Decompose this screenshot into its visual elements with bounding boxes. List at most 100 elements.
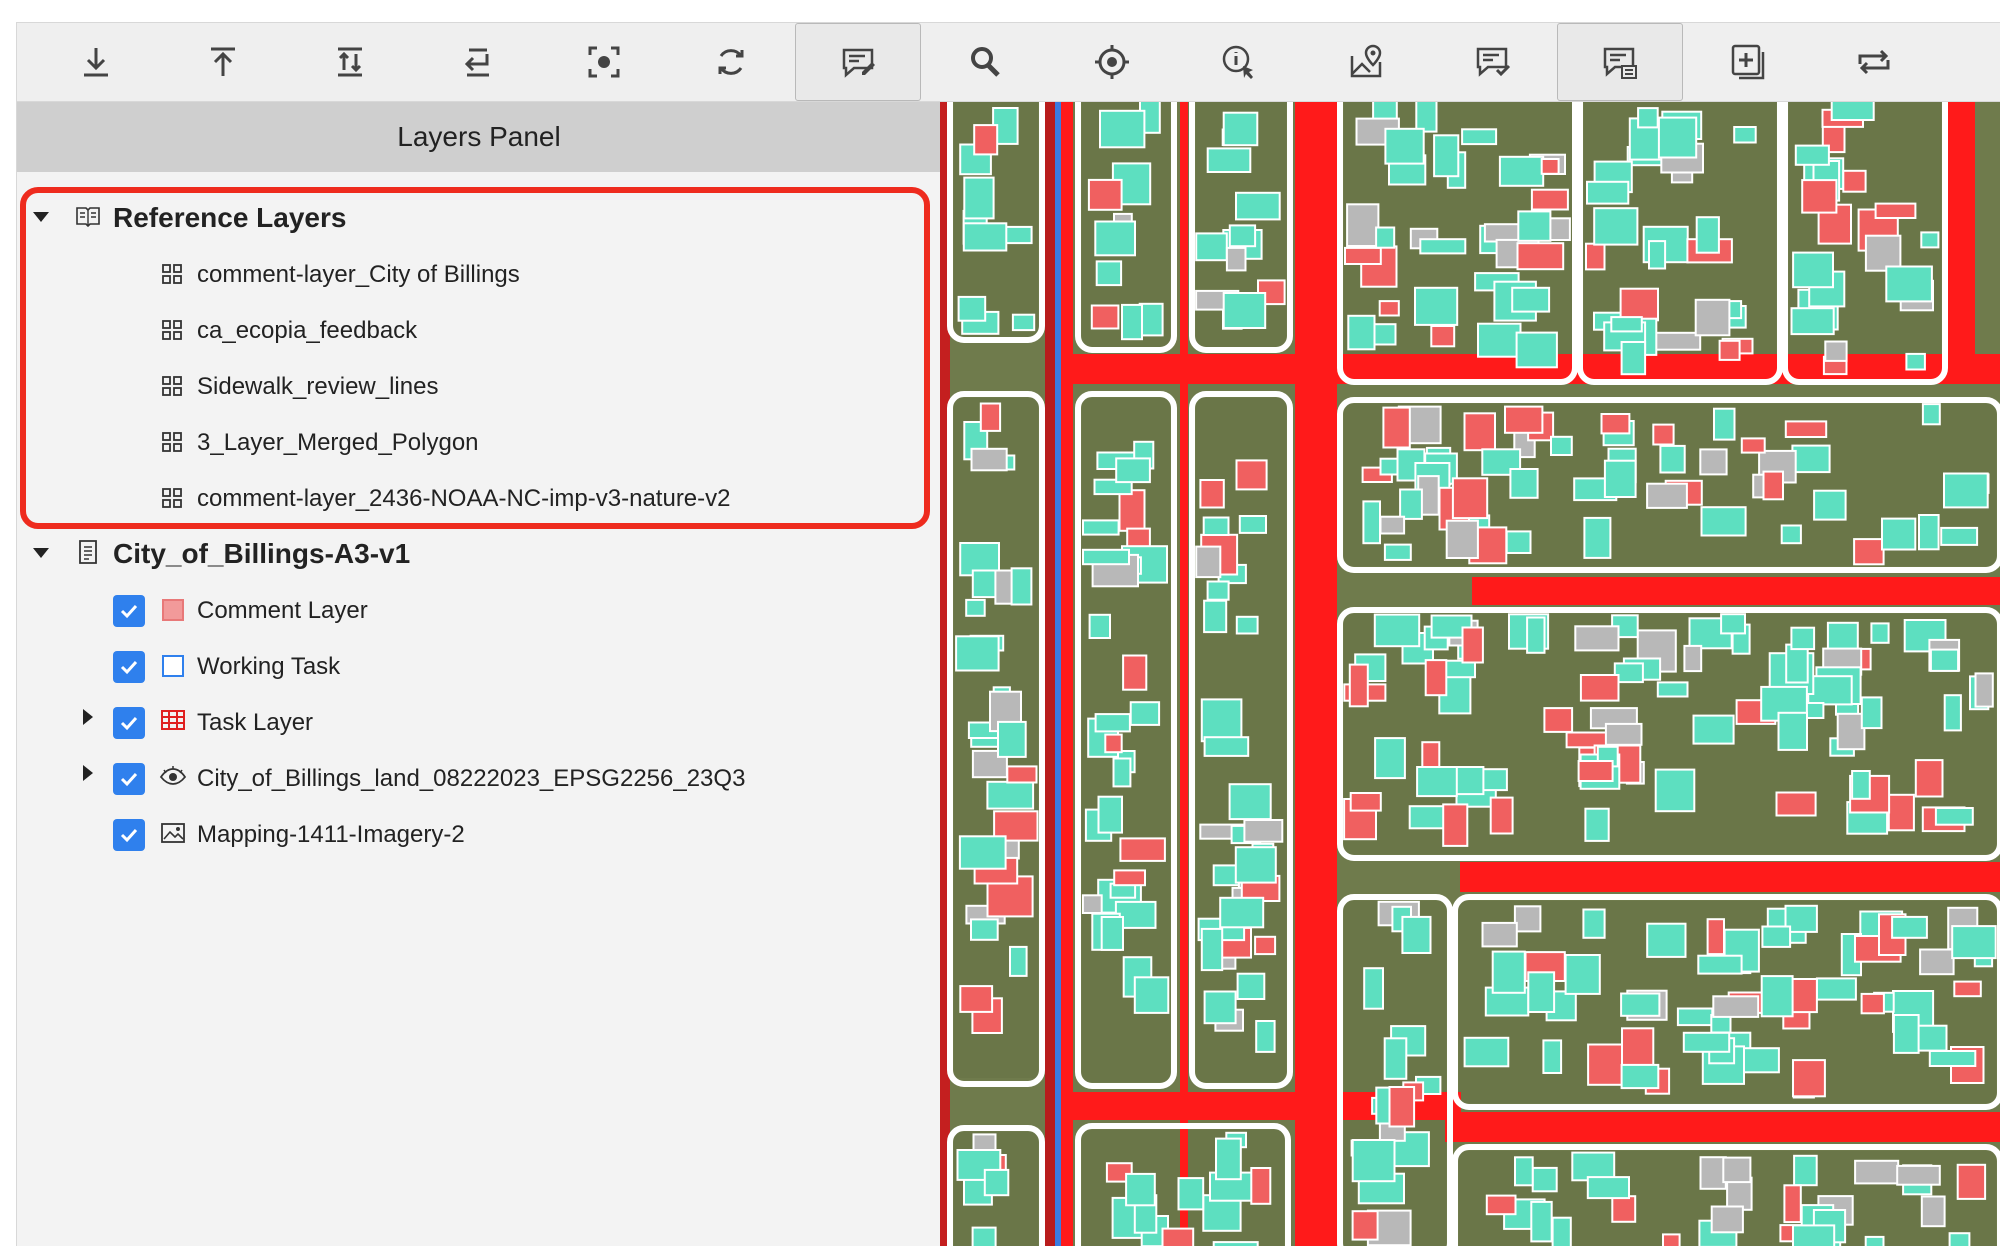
building-footprint <box>1619 287 1659 322</box>
building-footprint <box>1416 766 1458 798</box>
project-group-caret-icon[interactable] <box>33 548 49 558</box>
layer-visibility-checkbox[interactable] <box>113 819 145 851</box>
building-footprint <box>1254 935 1277 956</box>
expand-caret-icon[interactable] <box>83 709 93 725</box>
building-footprint <box>1586 180 1630 205</box>
check-icon <box>120 660 138 675</box>
building-footprint <box>1119 837 1166 862</box>
upload-button[interactable] <box>160 23 286 101</box>
building-footprint <box>1195 232 1228 262</box>
building-footprint <box>1481 921 1518 948</box>
panel-title: Layers Panel <box>17 102 941 172</box>
project-group-title[interactable]: City_of_Billings-A3-v1 <box>113 538 410 570</box>
building-footprint <box>1082 548 1130 566</box>
comment-check-button[interactable] <box>1430 23 1556 101</box>
building-footprint <box>1516 242 1565 271</box>
building-footprint <box>1550 435 1573 456</box>
building-footprint <box>1243 819 1284 843</box>
building-footprint <box>1203 736 1250 757</box>
building-footprint <box>1115 457 1151 484</box>
layer-visibility-checkbox[interactable] <box>113 595 145 627</box>
building-footprint <box>1853 538 1885 566</box>
sort-button[interactable] <box>287 23 413 101</box>
layer-visibility-checkbox[interactable] <box>113 707 145 739</box>
building-footprint <box>986 780 1035 810</box>
search-button[interactable] <box>922 23 1048 101</box>
building-footprint <box>970 447 1008 472</box>
comment-edit-button[interactable] <box>795 23 921 101</box>
building-footprint <box>1082 519 1120 536</box>
building-footprint <box>1375 226 1396 249</box>
building-footprint <box>1582 908 1606 939</box>
building-footprint <box>1700 506 1747 537</box>
layer-label[interactable]: Task Layer <box>197 709 313 737</box>
building-footprint <box>1236 972 1266 1001</box>
layer-label[interactable]: Comment Layer <box>197 597 368 625</box>
building-footprint <box>1362 500 1381 545</box>
building-footprint <box>1090 304 1120 330</box>
building-footprint <box>1011 313 1036 332</box>
building-footprint <box>1905 352 1926 371</box>
building-footprint <box>1383 1037 1408 1080</box>
layer-label[interactable]: City_of_Billings_land_08222023_EPSG2256_… <box>197 765 745 793</box>
layer-label[interactable]: Mapping-1411-Imagery-2 <box>197 821 465 849</box>
map-canvas[interactable] <box>940 102 2000 1246</box>
building-footprint <box>1442 803 1469 847</box>
target-icon <box>1095 45 1129 79</box>
map-pin-button[interactable] <box>1303 23 1429 101</box>
building-footprint <box>1600 413 1631 435</box>
layer-label[interactable]: Working Task <box>197 653 340 681</box>
building-footprint <box>955 635 1000 672</box>
swap-button[interactable] <box>1811 23 1937 101</box>
building-footprint <box>1509 468 1539 499</box>
building-footprint <box>1692 714 1735 745</box>
building-footprint <box>1943 472 1989 509</box>
building-footprint <box>1697 954 1743 975</box>
building-footprint <box>1648 240 1667 270</box>
building-footprint <box>1657 116 1698 159</box>
document-icon <box>79 540 97 564</box>
building-footprint <box>1202 516 1230 536</box>
toolbar <box>16 22 2000 102</box>
pink-square-icon <box>162 599 184 621</box>
comment-list-button[interactable] <box>1557 23 1683 101</box>
return-button[interactable] <box>414 23 540 101</box>
info-cursor-button[interactable] <box>1176 23 1302 101</box>
building-footprint <box>1637 107 1659 129</box>
building-footprint <box>1683 644 1703 673</box>
building-footprint <box>1235 615 1259 635</box>
layer-visibility-checkbox[interactable] <box>113 651 145 683</box>
building-footprint <box>1662 1233 1681 1246</box>
building-footprint <box>1100 916 1124 951</box>
building-footprint <box>1695 216 1720 254</box>
building-footprint <box>1349 792 1382 812</box>
focus-button[interactable] <box>541 23 667 101</box>
building-footprint <box>1461 626 1484 664</box>
building-footprint <box>1133 976 1170 1014</box>
building-footprint <box>1874 202 1917 219</box>
building-footprint <box>1348 663 1369 708</box>
building-footprint <box>1956 1163 1987 1200</box>
refresh-icon <box>718 49 744 75</box>
building-footprint <box>1379 515 1406 535</box>
building-footprint <box>1504 405 1544 434</box>
building-footprint <box>1347 314 1376 351</box>
building-footprint <box>965 598 986 617</box>
refresh-button[interactable] <box>668 23 794 101</box>
building-footprint <box>983 1168 1010 1197</box>
building-footprint <box>1485 1194 1517 1216</box>
building-footprint <box>1794 144 1830 166</box>
building-footprint <box>1620 341 1647 376</box>
target-button[interactable] <box>1049 23 1175 101</box>
map-view[interactable] <box>940 102 2000 1246</box>
building-footprint <box>1094 713 1131 733</box>
building-footprint <box>1477 322 1522 358</box>
building-footprint <box>1104 733 1123 754</box>
layer-visibility-checkbox[interactable] <box>113 763 145 795</box>
building-footprint <box>1854 1159 1900 1185</box>
expand-caret-icon[interactable] <box>83 765 93 781</box>
download-button[interactable] <box>33 23 159 101</box>
building-footprint <box>1543 707 1574 733</box>
building-footprint <box>1530 188 1569 211</box>
add-square-button[interactable] <box>1684 23 1810 101</box>
